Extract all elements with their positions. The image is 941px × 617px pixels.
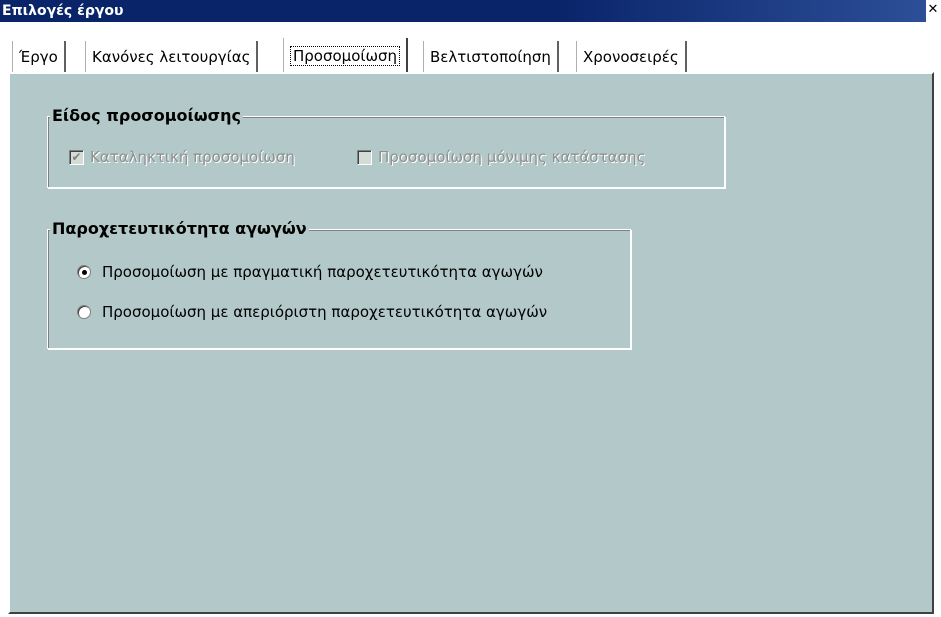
tab-time-series[interactable]: Χρονοσειρές bbox=[576, 41, 687, 73]
real-capacity-label[interactable]: Προσομοίωση με πραγματική παροχετευτικότ… bbox=[102, 262, 543, 282]
unlimited-capacity-radio[interactable] bbox=[77, 305, 91, 319]
tab-label: Χρονοσειρές bbox=[583, 48, 679, 66]
steady-state-checkbox[interactable] bbox=[357, 150, 372, 165]
title-bar-fill bbox=[0, 0, 926, 22]
simulation-type-title: Είδος προσομοίωσης bbox=[50, 105, 243, 127]
tab-strip: Έργο Κανόνες λειτουργίας Προσομοίωση Βελ… bbox=[0, 22, 941, 74]
tab-optimization[interactable]: Βελτιστοποίηση bbox=[423, 41, 559, 73]
final-simulation-label: Καταληκτική προσομοίωση bbox=[90, 148, 295, 166]
tab-label: Έργο bbox=[19, 48, 58, 66]
conduit-capacity-group: Παροχετευτικότητα αγωγών Προσομοίωση με … bbox=[47, 218, 631, 349]
title-bar[interactable]: Επιλογές έργου ✕ bbox=[0, 0, 941, 22]
steady-state-label: Προσομοίωση μόνιμης κατάστασης bbox=[378, 148, 646, 166]
unlimited-capacity-label[interactable]: Προσομοίωση με απεριόριστη παροχετευτικό… bbox=[102, 302, 547, 322]
tab-label: Προσομοίωση bbox=[290, 46, 401, 66]
radio-selected-dot bbox=[82, 270, 87, 275]
simulation-type-group: Είδος προσομοίωσης ✔ Καταληκτική προσομο… bbox=[47, 105, 725, 188]
project-options-window: Επιλογές έργου ✕ Έργο Κανόνες λειτουργία… bbox=[0, 0, 941, 617]
tab-label: Κανόνες λειτουργίας bbox=[92, 48, 251, 66]
final-simulation-checkbox[interactable]: ✔ bbox=[69, 150, 84, 165]
tab-simulation[interactable]: Προσομοίωση bbox=[283, 38, 409, 74]
tab-operating-rules[interactable]: Κανόνες λειτουργίας bbox=[85, 41, 259, 73]
tab-label: Βελτιστοποίηση bbox=[430, 48, 551, 66]
simulation-panel: Είδος προσομοίωσης ✔ Καταληκτική προσομο… bbox=[8, 72, 934, 614]
real-capacity-radio[interactable] bbox=[77, 265, 91, 279]
tab-project[interactable]: Έργο bbox=[12, 41, 66, 73]
conduit-capacity-title: Παροχετευτικότητα αγωγών bbox=[50, 218, 309, 240]
window-title: Επιλογές έργου bbox=[2, 3, 124, 19]
close-icon[interactable]: ✕ bbox=[927, 3, 939, 17]
